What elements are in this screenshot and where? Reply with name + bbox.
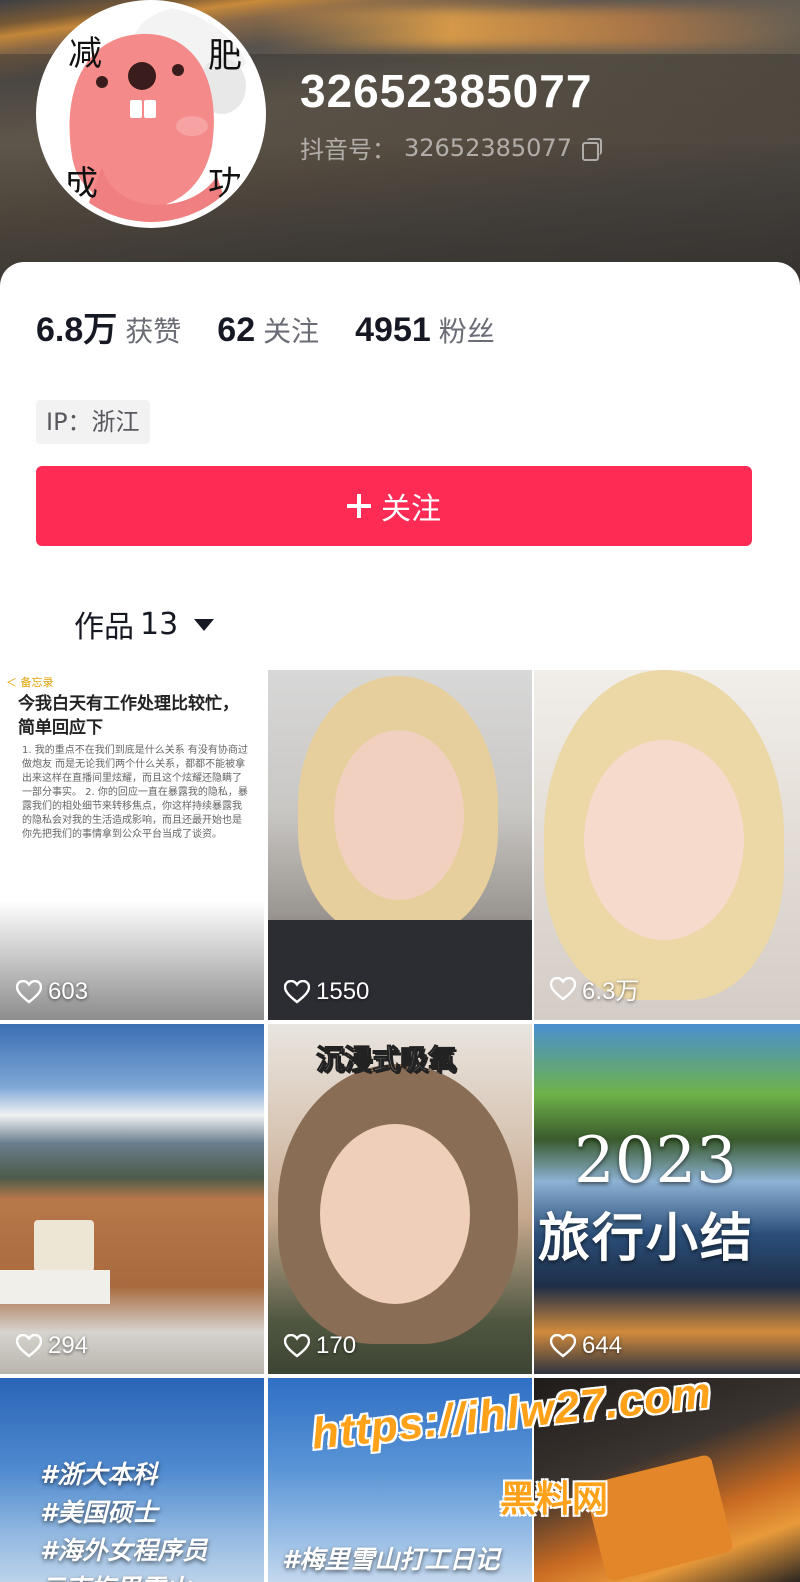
douyin-id[interactable]: 抖音号： 32652385077 [300,130,602,165]
tab-works[interactable]: 作品 13 [74,602,215,646]
tab-works-count: 13 [140,606,179,642]
like-count: 170 [284,1332,356,1360]
stat-likes-label: 获赞 [125,315,182,348]
like-count-value: 603 [48,978,89,1005]
video-tile[interactable]: 2023 旅行小结 644 [534,1024,800,1374]
stat-followers-value: 4951 [355,311,431,349]
stat-followers[interactable]: 4951 粉丝 [355,310,495,350]
watermark-text: 黑料网 [500,1479,609,1520]
like-count-value: 170 [316,1332,357,1359]
video-tag: #浙大本科 [40,1460,158,1489]
heart-icon [284,1334,310,1358]
douyin-id-label: 抖音号： [300,136,396,164]
avatar-char-1: 减 [68,34,102,74]
video-tile[interactable]: 6.3万 [534,670,800,1020]
like-count-value: 1550 [316,978,370,1005]
like-count: 644 [550,1332,622,1360]
video-tile[interactable]: ＜ 备忘录 今我白天有工作处理比较忙，简单回应下 1. 我的重点不在我们到底是什… [0,670,264,1020]
ip-location-tag: IP：浙江 [36,400,150,444]
stat-followers-label: 粉丝 [438,315,495,348]
stats-row: 6.8万 获赞 62 关注 4951 粉丝 [36,302,531,351]
caret-down-icon[interactable] [194,619,215,631]
stat-following[interactable]: 62 关注 [217,310,319,350]
video-tag: #海外女程序员 [40,1536,208,1565]
like-count: 1550 [284,978,369,1006]
avatar-char-2: 肥 [208,36,242,76]
heart-icon [550,976,576,1001]
like-count-value: 644 [582,1332,623,1359]
banner-sunset [260,8,800,48]
video-caption-year: 2023 [574,1124,737,1198]
avatar-char-4: 功 [208,164,242,204]
heart-icon [550,1334,576,1358]
like-count: 6.3万 [550,971,639,1006]
like-count-value: 294 [48,1332,89,1359]
video-tile[interactable]: #浙大本科 #美国硕士 #海外女程序员 云南梅里雪山 [0,1378,264,1582]
copy-icon[interactable] [580,137,602,161]
avatar-char-3: 成 [64,164,98,204]
douyin-id-value: 32652385077 [404,133,572,162]
like-count-value: 6.3万 [582,978,640,1005]
stat-following-value: 62 [217,311,256,349]
video-tag: #美国硕士 [40,1498,158,1527]
like-count: 603 [16,978,88,1006]
video-caption-tags: #浙大本科 #美国硕士 #海外女程序员 云南梅里雪山 [40,1456,207,1582]
username: 32652385077 [300,65,593,117]
video-tile[interactable]: 294 [0,1024,264,1374]
like-count: 294 [16,1332,88,1360]
stat-likes-value: 6.8万 [36,311,118,349]
follow-button[interactable]: 关注 [36,466,752,546]
doc-top-bar: ＜ 备忘录 [6,676,54,689]
video-tile[interactable]: 沉浸式吸氧 170 [268,1024,532,1374]
heart-icon [284,980,310,1004]
video-caption-tag: #梅里雪山打工日记 [282,1545,500,1574]
video-tag: 云南梅里雪山 [40,1570,207,1582]
video-caption-title: 旅行小结 [538,1208,755,1269]
doc-body: 1. 我的重点不在我们到底是什么关系 有没有协商过做炮友 而是无论我们两个什么关… [22,745,248,840]
video-tile[interactable]: 1550 [268,670,532,1020]
plus-icon [347,494,371,518]
video-caption: 沉浸式吸氧 [315,1043,457,1077]
avatar[interactable]: 减 肥 成 功 [36,0,266,228]
tab-works-label: 作品 [74,610,134,645]
stat-likes: 6.8万 获赞 [36,302,181,351]
follow-button-label: 关注 [381,492,441,527]
doc-title: 今我白天有工作处理比较忙，简单回应下 [18,694,239,738]
heart-icon [16,980,42,1004]
heart-icon [16,1334,42,1358]
stat-following-label: 关注 [263,315,320,348]
